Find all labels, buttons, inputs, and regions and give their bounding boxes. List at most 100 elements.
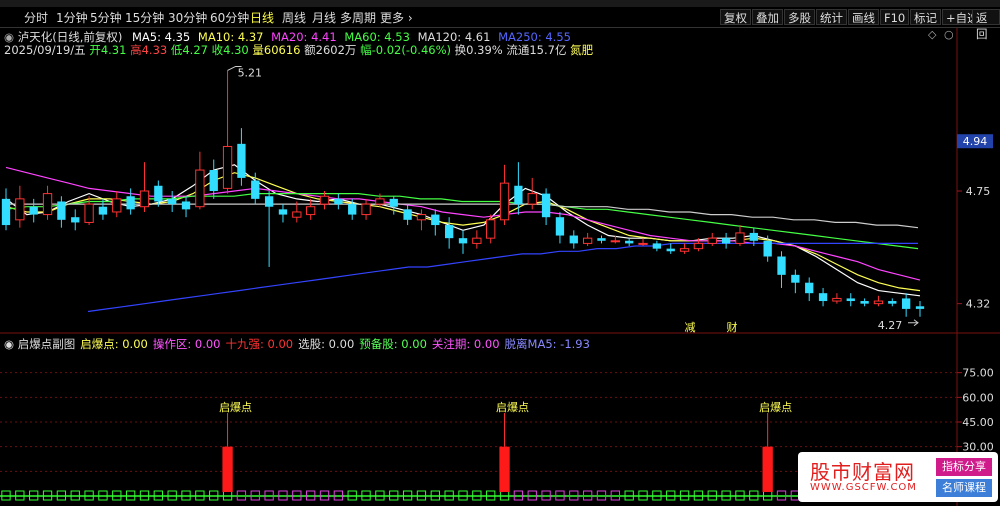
ma-line-ma20	[5, 166, 921, 281]
candle-body-14	[195, 169, 205, 208]
quote-amount: 额2602万	[304, 43, 357, 57]
sub-tick-label-4: 75.00	[962, 367, 994, 380]
candle-body-45	[625, 240, 634, 244]
candle-body-61	[846, 298, 855, 302]
toolbar-button-6[interactable]: 标记	[910, 9, 941, 25]
sub-cell-43	[596, 490, 607, 501]
toolbar-button-8[interactable]: 返回	[972, 9, 1000, 41]
subchart-name[interactable]: ◉ 启爆点副图	[4, 337, 75, 351]
sub-tick-label-3: 60.00	[962, 391, 994, 404]
candle-body-3	[42, 193, 53, 216]
sub-cell-56	[776, 490, 787, 501]
low-marker-arrow	[913, 319, 919, 327]
watermark-title: 股市财富网	[810, 460, 915, 484]
sub-cell-39	[541, 490, 551, 501]
tab-7[interactable]: 周线	[282, 9, 306, 26]
signal-label-2: 启爆点	[759, 400, 792, 414]
candle-body-49	[679, 248, 690, 252]
sub-cell-23	[319, 490, 330, 501]
sub-cell-41	[569, 490, 579, 501]
tab-4[interactable]: 30分钟	[168, 9, 207, 26]
circle-icon[interactable]: ○	[944, 28, 954, 41]
sub-cell-17	[236, 490, 247, 501]
candle-body-34	[472, 237, 482, 244]
sub-cell-37	[513, 490, 524, 501]
tab-9[interactable]: 多周期	[340, 9, 376, 26]
candle-body-23	[319, 195, 330, 205]
tab-5[interactable]: 60分钟	[210, 9, 249, 26]
candle-body-35	[486, 219, 496, 239]
quote-volume: 量60616	[252, 43, 301, 57]
candle-body-56	[777, 256, 786, 275]
sub-cell-7	[98, 490, 108, 501]
sub-cell-45	[624, 490, 634, 501]
sub-cell-33	[458, 490, 468, 501]
signal-label-1: 启爆点	[496, 400, 529, 414]
subchart-item-2: 十九强: 0.00	[225, 337, 294, 351]
tab-2[interactable]: 5分钟	[90, 9, 122, 26]
low-annotation: 4.27	[878, 319, 903, 332]
quote-low: 低4.27	[170, 43, 208, 57]
candle-body-13	[181, 201, 191, 210]
sub-cell-20	[278, 490, 288, 501]
candle-body-18	[251, 180, 260, 199]
subchart-item-6: 脱离MA5: -1.93	[504, 337, 590, 351]
toolbar-button-5[interactable]: F10	[880, 9, 910, 25]
candle-body-24	[334, 198, 343, 205]
chart-canvas: 5.214.27减财 启爆点启爆点启爆点 4.324.754.944.9415.…	[0, 28, 1000, 506]
toolbar-button-3[interactable]: 统计	[816, 9, 847, 25]
tab-8[interactable]: 月线	[312, 9, 336, 26]
toolbar-button-4[interactable]: 画线	[848, 9, 879, 25]
candle-body-29	[403, 209, 412, 220]
candle-body-41	[569, 235, 578, 244]
quote-turnover: 换0.39%	[454, 43, 503, 57]
sub-cell-27	[375, 490, 385, 501]
candle-body-58	[805, 282, 814, 294]
sub-cell-18	[250, 490, 260, 501]
candle-body-52	[721, 238, 731, 244]
candle-body-25	[348, 204, 357, 215]
signal-bar-2	[762, 446, 773, 492]
sub-cell-40	[555, 490, 565, 501]
candle-body-59	[818, 293, 828, 302]
toolbar-button-1[interactable]: 叠加	[752, 9, 783, 25]
sub-cell-0	[1, 490, 11, 501]
quote-change: 幅-0.02(-0.46%)	[360, 43, 451, 57]
candle-body-21	[292, 211, 302, 218]
tab-6[interactable]: 日线	[250, 9, 274, 26]
candle-body-19	[264, 196, 274, 207]
candle-body-66	[915, 306, 925, 309]
watermark-logo: 股市财富网 WWW.GSCFW.COM 指标分享 名师课程	[798, 452, 998, 502]
tab-1[interactable]: 1分钟	[56, 9, 88, 26]
tab-10[interactable]: 更多 ›	[380, 9, 413, 26]
candle-body-46	[638, 242, 648, 245]
sub-cell-11	[153, 490, 163, 501]
marker-jian: 减	[685, 321, 696, 334]
quote-high: 高4.33	[130, 43, 168, 57]
sub-cell-10	[139, 490, 150, 501]
candle-body-7	[98, 206, 108, 215]
sub-tick-label-2: 45.00	[962, 416, 994, 429]
candle-body-15	[209, 170, 218, 191]
ma-line-ma10	[5, 172, 921, 292]
toolbar-button-0[interactable]: 复权	[720, 9, 751, 25]
sub-cell-44	[610, 490, 620, 501]
candle-body-1	[15, 198, 25, 221]
diamond-icon[interactable]: ◇	[928, 28, 936, 41]
candle-body-65	[901, 298, 911, 309]
sub-cell-46	[638, 490, 648, 501]
sub-cell-16	[222, 490, 233, 501]
candle-body-6	[84, 203, 94, 223]
quote-info-line: 2025/09/19/五 开4.31 高4.33 低4.27 收4.30 量60…	[4, 42, 593, 58]
sub-cell-9	[125, 490, 136, 501]
tab-3[interactable]: 15分钟	[125, 9, 164, 26]
sub-cell-53	[735, 490, 745, 501]
tab-0[interactable]: 分时	[24, 9, 48, 26]
period-tab-bar: 分时 1分钟 5分钟 15分钟 30分钟 60分钟 日线 周线 月线 多周期 更多 › 复权 叠加 多股统…	[0, 7, 1000, 41]
quote-concept: 氮肥	[570, 43, 594, 57]
subchart-item-1: 操作区: 0.00	[152, 337, 221, 351]
candle-body-30	[416, 214, 427, 221]
sub-cell-24	[333, 490, 344, 501]
sub-cell-49	[679, 490, 690, 501]
toolbar-button-2[interactable]: 多股	[784, 9, 815, 25]
